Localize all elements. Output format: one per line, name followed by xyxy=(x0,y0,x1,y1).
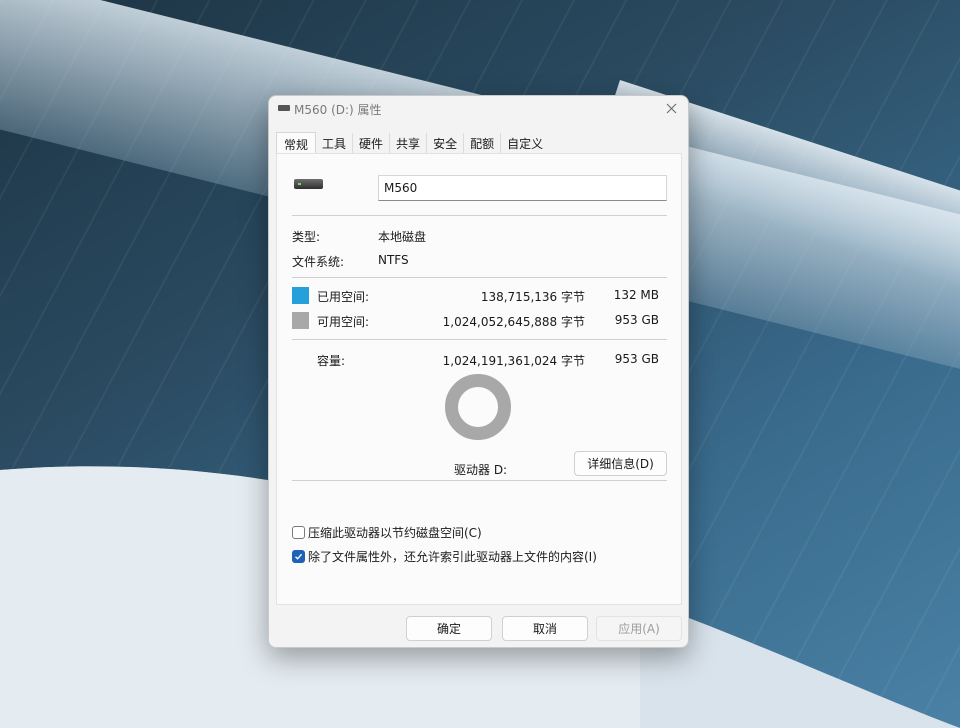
free-space-bytes: 1,024,052,645,888 字节 xyxy=(442,315,585,329)
type-value: 本地磁盘 xyxy=(378,230,427,244)
free-space-swatch xyxy=(292,312,309,329)
tab-customize[interactable]: 自定义 xyxy=(501,133,549,154)
capacity-bytes: 1,024,191,361,024 字节 xyxy=(442,354,585,368)
checkmark-icon xyxy=(295,553,303,560)
divider xyxy=(292,339,667,340)
close-button[interactable] xyxy=(662,99,680,117)
apply-button[interactable]: 应用(A) xyxy=(596,616,682,641)
type-label: 类型: xyxy=(292,230,321,244)
index-checkbox[interactable] xyxy=(292,550,305,563)
tab-general[interactable]: 常规 xyxy=(276,132,317,155)
divider xyxy=(292,277,667,278)
tab-security[interactable]: 安全 xyxy=(427,133,465,154)
drive-letter-label: 驱动器 D: xyxy=(454,463,508,477)
capacity-size: 953 GB xyxy=(614,352,659,366)
divider xyxy=(292,480,667,481)
usage-donut-chart xyxy=(445,374,511,440)
free-space-ring xyxy=(445,374,511,440)
capacity-label: 容量: xyxy=(317,354,346,368)
index-label[interactable]: 除了文件属性外，还允许索引此驱动器上文件的内容(I) xyxy=(308,548,597,565)
used-space-label: 已用空间: xyxy=(317,290,370,304)
general-panel: 类型: 本地磁盘 文件系统: NTFS 已用空间: 138,715,136 字节… xyxy=(276,153,682,605)
free-space-size: 953 GB xyxy=(614,313,659,327)
filesystem-value: NTFS xyxy=(378,253,409,267)
used-space-bytes: 138,715,136 字节 xyxy=(480,290,585,304)
tab-bar: 常规 工具 硬件 共享 安全 配额 自定义 xyxy=(276,132,549,155)
filesystem-label: 文件系统: xyxy=(292,255,345,269)
drive-icon xyxy=(278,105,290,111)
used-space-swatch xyxy=(292,287,309,304)
tab-hardware[interactable]: 硬件 xyxy=(353,133,391,154)
divider xyxy=(292,215,667,216)
tab-tools[interactable]: 工具 xyxy=(316,133,354,154)
hard-drive-icon xyxy=(294,179,323,189)
drive-name-input[interactable] xyxy=(378,175,667,201)
used-space-size: 132 MB xyxy=(613,288,659,302)
tab-sharing[interactable]: 共享 xyxy=(390,133,428,154)
close-icon xyxy=(666,103,676,113)
free-space-label: 可用空间: xyxy=(317,315,370,329)
window-title: M560 (D:) 属性 xyxy=(294,103,382,117)
tab-quota[interactable]: 配额 xyxy=(464,133,502,154)
details-button[interactable]: 详细信息(D) xyxy=(574,451,667,476)
properties-dialog: M560 (D:) 属性 常规 工具 硬件 共享 安全 配额 自定义 类型: 本… xyxy=(268,95,689,648)
cancel-button[interactable]: 取消 xyxy=(502,616,588,641)
ok-button[interactable]: 确定 xyxy=(406,616,492,641)
compress-checkbox[interactable] xyxy=(292,526,305,539)
title-bar: M560 (D:) 属性 xyxy=(269,96,688,122)
compress-label[interactable]: 压缩此驱动器以节约磁盘空间(C) xyxy=(308,524,482,541)
